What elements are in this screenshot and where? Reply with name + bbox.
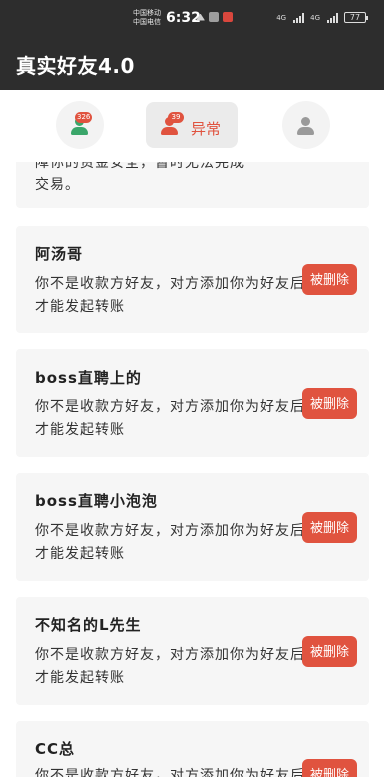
friend-name: 阿汤哥	[35, 245, 84, 263]
partial-card-line-2: 交易。	[35, 177, 80, 193]
friend-name: CC总	[35, 740, 76, 758]
list-item: 阿汤哥 你不是收款方好友，对方添加你为好友后才能发起转账 被删除	[16, 226, 369, 333]
friend-status-message: 你不是收款方好友，对方添加你为好友后才能发起转账	[35, 768, 305, 777]
battery-icon: 77	[344, 12, 368, 23]
friend-name: boss直聘小泡泡	[35, 492, 158, 510]
notification-icons	[196, 12, 233, 22]
status-bar: 中国移动 中国电信 6:32 4G 4G 77	[0, 0, 384, 34]
list-item: boss直聘小泡泡 你不是收款方好友，对方添加你为好友后才能发起转账 被删除	[16, 473, 369, 581]
friend-name: boss直聘上的	[35, 369, 142, 387]
notification-red-app-icon	[223, 12, 233, 22]
list-item: 不知名的L先生 你不是收款方好友，对方添加你为好友后才能发起转账 被删除	[16, 597, 369, 705]
list-item: CC总 你不是收款方好友，对方添加你为好友后才能发起转账 被删除	[16, 721, 369, 777]
status-right: 4G 4G 77	[276, 12, 368, 23]
deleted-button[interactable]: 被删除	[302, 264, 357, 295]
friend-status-message: 你不是收款方好友，对方添加你为好友后才能发起转账	[35, 399, 305, 438]
normal-count-badge: 326	[75, 112, 93, 123]
notification-app-icon	[209, 12, 219, 22]
deleted-button[interactable]: 被删除	[302, 636, 357, 667]
carrier-2: 中国电信	[133, 18, 161, 26]
friend-status-message: 你不是收款方好友，对方添加你为好友后才能发起转账	[35, 523, 305, 562]
network-type-2: 4G	[310, 13, 320, 22]
deleted-button[interactable]: 被删除	[302, 388, 357, 419]
notification-mountain-icon	[196, 13, 205, 21]
deleted-button[interactable]: 被删除	[302, 759, 357, 777]
signal-1-icon	[293, 12, 305, 23]
friend-name: 不知名的L先生	[35, 616, 142, 634]
signal-2-icon	[327, 12, 338, 23]
friend-status-message: 你不是收款方好友，对方添加你为好友后才能发起转账	[35, 647, 305, 686]
network-type-1: 4G	[276, 13, 287, 22]
app-bar: 真实好友4.0	[0, 34, 384, 90]
abnormal-count-badge: 39	[168, 112, 184, 123]
tab-abnormal-label: 异常	[191, 120, 222, 138]
friend-status-message: 你不是收款方好友，对方添加你为好友后才能发起转账	[35, 276, 305, 315]
tab-normal-friends[interactable]: 326	[56, 101, 104, 149]
tab-other[interactable]	[282, 101, 330, 149]
deleted-button[interactable]: 被删除	[302, 512, 357, 543]
list-item: boss直聘上的 你不是收款方好友，对方添加你为好友后才能发起转账 被删除	[16, 349, 369, 457]
page-title: 真实好友4.0	[16, 54, 135, 78]
person-icon	[297, 117, 314, 135]
carrier-1: 中国移动	[133, 9, 161, 17]
carrier-labels: 中国移动 中国电信	[133, 9, 161, 27]
